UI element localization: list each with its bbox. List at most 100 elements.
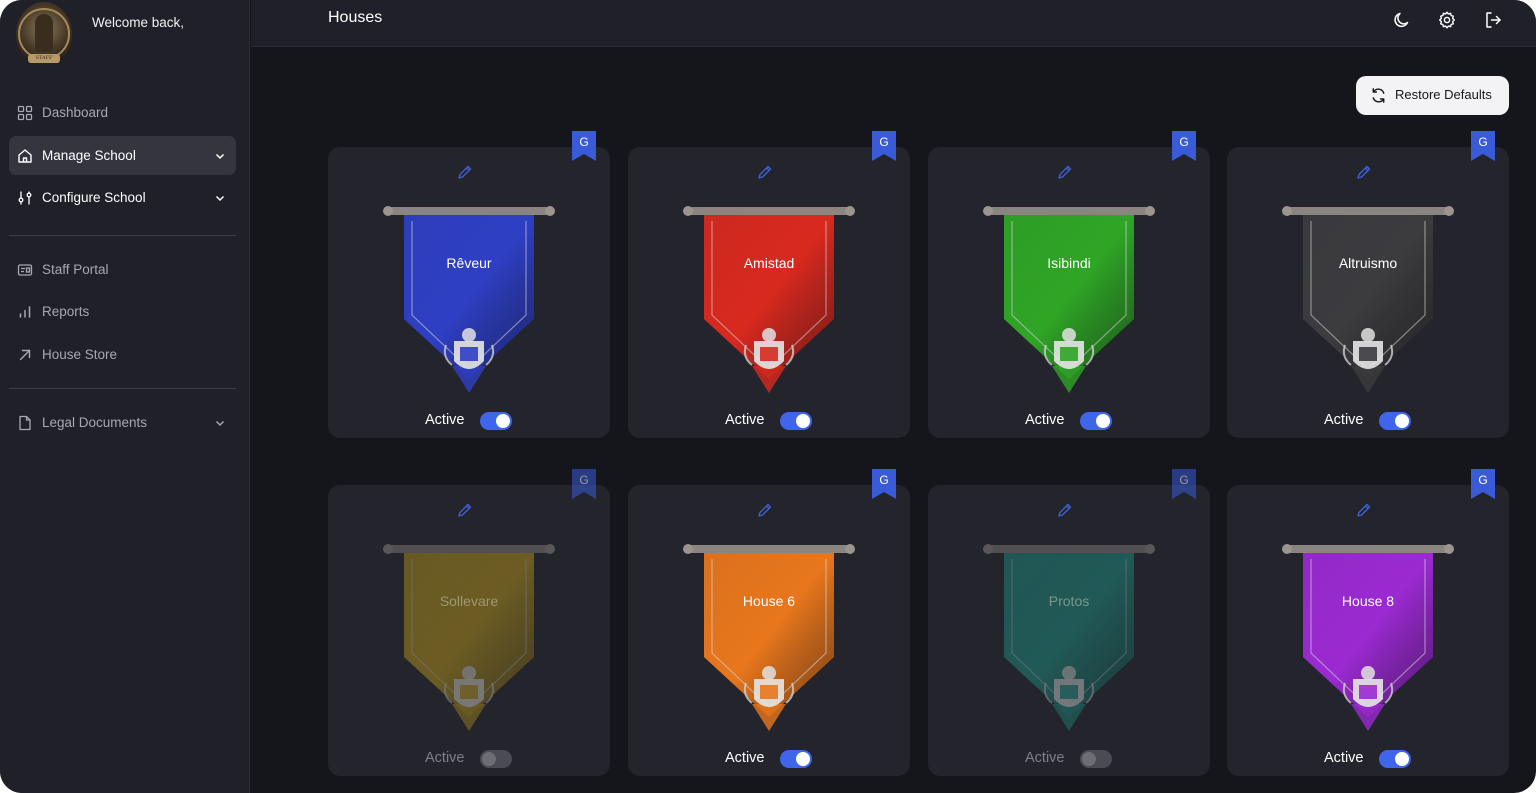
edit-pencil-icon[interactable] <box>1056 163 1074 181</box>
sidebar-item-label: Reports <box>42 304 90 319</box>
sidebar-item-dashboard[interactable]: Dashboard <box>9 93 236 132</box>
edit-pencil-icon[interactable] <box>1355 501 1373 519</box>
house-banner <box>983 544 1155 731</box>
svg-text:G: G <box>879 473 888 487</box>
active-toggle[interactable] <box>1379 412 1411 430</box>
house-card: G <box>928 469 1210 776</box>
sidebar-item-manage-school[interactable]: Manage School <box>9 136 236 175</box>
sidebar-item-label: Manage School <box>42 148 136 163</box>
house-banner <box>1282 206 1454 393</box>
sidebar-item-legal-documents[interactable]: Legal Documents <box>9 403 236 442</box>
restore-defaults-label: Restore Defaults <box>1395 87 1492 102</box>
restore-defaults-button[interactable]: Restore Defaults <box>1356 76 1509 115</box>
active-toggle[interactable] <box>1080 412 1112 430</box>
active-toggle-row: Active <box>1227 411 1509 431</box>
active-toggle-row: Active <box>1227 749 1509 769</box>
arrow-up-right-icon <box>19 349 31 360</box>
avatar[interactable]: STAFF <box>16 2 72 68</box>
avatar-banner: STAFF <box>28 54 60 63</box>
house-card: G <box>928 131 1210 438</box>
active-toggle-row: Active <box>928 411 1210 431</box>
svg-text:G: G <box>579 473 588 487</box>
moon-icon[interactable] <box>1392 10 1412 30</box>
g-bookmark-icon: G <box>872 131 896 161</box>
toggle-knob <box>1395 752 1409 766</box>
active-label: Active <box>425 750 465 766</box>
document-icon <box>19 415 31 430</box>
active-toggle-row: Active <box>628 411 910 431</box>
house-banner <box>683 544 855 731</box>
sidebar-item-house-store[interactable]: House Store <box>9 335 236 374</box>
active-toggle[interactable] <box>480 750 512 768</box>
active-label: Active <box>1025 750 1065 766</box>
house-name: Altruismo <box>1338 255 1398 271</box>
svg-text:G: G <box>579 135 588 149</box>
edit-pencil-icon[interactable] <box>1355 163 1373 181</box>
g-bookmark-icon: G <box>1172 131 1196 161</box>
svg-text:G: G <box>1179 473 1188 487</box>
house-banner <box>383 206 555 393</box>
edit-pencil-icon[interactable] <box>1056 501 1074 519</box>
active-label: Active <box>725 750 765 766</box>
edit-pencil-icon[interactable] <box>756 501 774 519</box>
sidebar-item-label: Legal Documents <box>42 415 148 430</box>
refresh-icon <box>1372 88 1385 103</box>
sidebar-item-configure-school[interactable]: Configure School <box>9 178 236 217</box>
house-card: G <box>628 469 910 776</box>
id-card-icon <box>17 263 33 276</box>
sidebar-item-label: House Store <box>42 347 118 362</box>
svg-text:G: G <box>1478 473 1487 487</box>
welcome-text: Welcome back, <box>92 15 185 30</box>
active-label: Active <box>1324 412 1364 428</box>
house-name: Isibindi <box>1047 255 1091 271</box>
house-banner <box>683 206 855 393</box>
chevron-down-icon[interactable] <box>214 192 226 204</box>
active-toggle[interactable] <box>480 412 512 430</box>
edit-pencil-icon[interactable] <box>456 163 474 181</box>
gear-icon[interactable] <box>1437 10 1457 30</box>
sidebar-item-staff-portal[interactable]: Staff Portal <box>9 250 236 289</box>
sliders-icon <box>18 191 32 204</box>
svg-text:G: G <box>879 135 888 149</box>
toggle-knob <box>796 752 810 766</box>
house-banner <box>983 206 1155 393</box>
toggle-knob <box>496 414 510 428</box>
house-card: G <box>328 469 610 776</box>
g-bookmark-icon: G <box>572 131 596 161</box>
house-name: Rêveur <box>446 255 492 271</box>
toggle-knob <box>1395 414 1409 428</box>
grid-icon <box>17 105 33 120</box>
active-toggle[interactable] <box>1379 750 1411 768</box>
active-label: Active <box>725 412 765 428</box>
edit-pencil-icon[interactable] <box>756 163 774 181</box>
sidebar-item-label: Staff Portal <box>42 262 109 277</box>
house-name: House 6 <box>742 593 796 609</box>
bar-chart-icon <box>19 305 31 318</box>
active-toggle-row: Active <box>628 749 910 769</box>
chevron-down-icon[interactable] <box>214 150 226 162</box>
active-label: Active <box>1324 750 1364 766</box>
active-toggle[interactable] <box>780 750 812 768</box>
active-toggle-row: Active <box>328 411 610 431</box>
sidebar: STAFF Welcome back, Dashboard Manage Sch… <box>0 0 250 793</box>
logout-icon[interactable] <box>1483 10 1503 30</box>
active-toggle[interactable] <box>780 412 812 430</box>
avatar-figure <box>35 14 53 52</box>
active-toggle[interactable] <box>1080 750 1112 768</box>
toggle-knob <box>796 414 810 428</box>
house-name: House 8 <box>1341 593 1395 609</box>
g-bookmark-icon: G <box>1471 131 1495 161</box>
active-label: Active <box>1025 412 1065 428</box>
house-card: G <box>328 131 610 438</box>
toggle-knob <box>1096 414 1110 428</box>
edit-pencil-icon[interactable] <box>456 501 474 519</box>
active-toggle-row: Active <box>928 749 1210 769</box>
sidebar-item-reports[interactable]: Reports <box>9 292 236 331</box>
sidebar-divider <box>9 235 236 236</box>
home-icon <box>18 148 32 163</box>
house-card: G <box>1227 131 1509 438</box>
top-bar: Houses <box>251 0 1536 47</box>
chevron-down-icon[interactable] <box>214 417 226 429</box>
sidebar-item-label: Configure School <box>42 190 146 205</box>
house-name: Sollevare <box>439 593 499 609</box>
